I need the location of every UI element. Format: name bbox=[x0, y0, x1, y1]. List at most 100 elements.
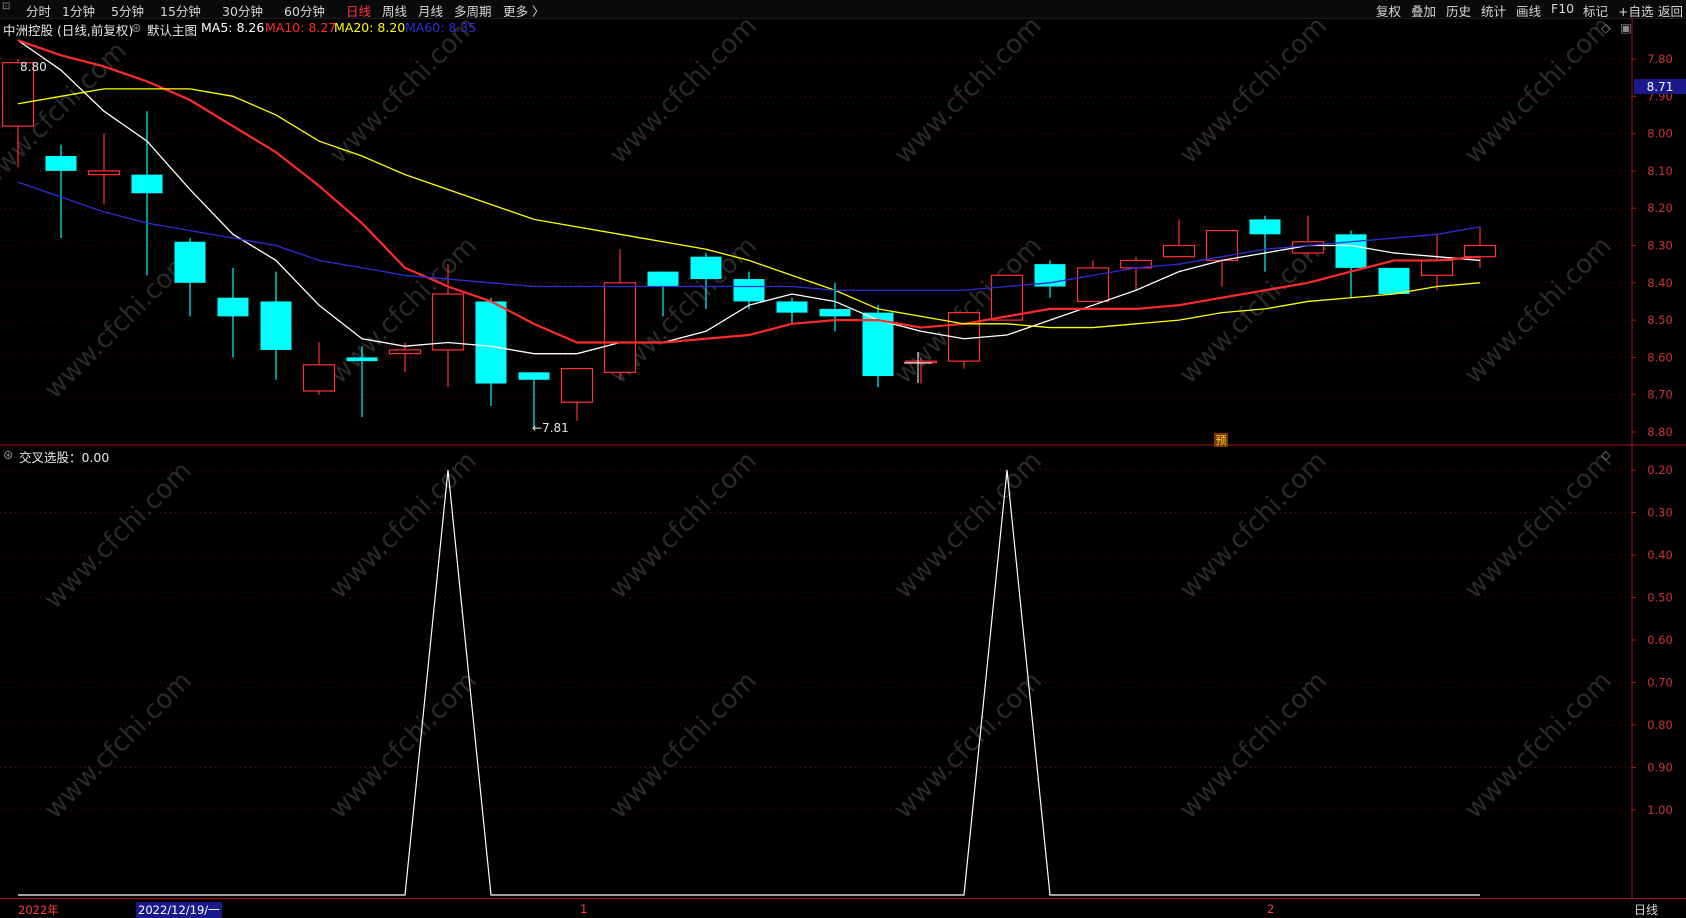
candle bbox=[45, 144, 77, 239]
watermark-text: www.cfchi.com bbox=[39, 666, 198, 825]
price-tag: 8.71 bbox=[1647, 80, 1674, 94]
candle-body bbox=[1162, 244, 1196, 258]
tool-4[interactable]: 画线 bbox=[1516, 1, 1541, 20]
candle bbox=[87, 133, 121, 205]
watermark-text: www.cfchi.com bbox=[1174, 666, 1333, 825]
y-tick-label: 8.00 bbox=[1647, 127, 1673, 141]
tool-7[interactable]: +自选 bbox=[1618, 1, 1653, 20]
tool-3[interactable]: 统计 bbox=[1481, 1, 1506, 20]
month-1-label: 1 bbox=[580, 902, 588, 916]
candle bbox=[1463, 226, 1497, 268]
watermark-text: www.cfchi.com bbox=[604, 666, 763, 825]
diamond-icon[interactable]: ◇ bbox=[1601, 447, 1611, 462]
candle-body bbox=[1335, 234, 1367, 268]
tab-10[interactable]: 更多 〉 bbox=[503, 1, 544, 20]
candle-body bbox=[302, 364, 336, 392]
y-tick-label: 0.30 bbox=[1647, 506, 1673, 520]
y-tick-label: 0.90 bbox=[1647, 761, 1673, 775]
tab-3[interactable]: 15分钟 bbox=[160, 1, 201, 20]
watermark-text: www.cfchi.com bbox=[889, 231, 1048, 390]
candle bbox=[560, 367, 594, 421]
y-tick-label: 7.80 bbox=[1647, 52, 1673, 66]
candle-body bbox=[1463, 244, 1497, 258]
candle bbox=[475, 297, 507, 406]
ma10-label: MA10: 8.27 bbox=[265, 20, 337, 35]
low-price-marker: ←7.81 bbox=[532, 421, 569, 435]
square-icon[interactable]: ▣ bbox=[1620, 20, 1632, 35]
panel-menu-icon[interactable]: ⊡ bbox=[2, 1, 10, 12]
watermark-text: www.cfchi.com bbox=[1459, 446, 1618, 605]
watermark-text: www.cfchi.com bbox=[39, 246, 198, 405]
tool-2[interactable]: 历史 bbox=[1446, 1, 1471, 20]
candle bbox=[776, 297, 808, 324]
tab-8[interactable]: 月线 bbox=[418, 1, 443, 20]
candle bbox=[1378, 267, 1410, 294]
tab-7[interactable]: 周线 bbox=[382, 1, 407, 20]
tab-0[interactable]: 分时 bbox=[26, 1, 51, 20]
candle-body bbox=[518, 372, 550, 380]
y-tick-label: 8.50 bbox=[1647, 313, 1673, 327]
tab-9[interactable]: 多周期 bbox=[454, 1, 492, 20]
y-tick-label: 0.20 bbox=[1647, 463, 1673, 477]
candle-body bbox=[346, 357, 378, 362]
tab-4[interactable]: 30分钟 bbox=[222, 1, 263, 20]
month-2-label: 2 bbox=[1267, 902, 1275, 916]
candle-body bbox=[131, 174, 163, 194]
tab-2[interactable]: 5分钟 bbox=[111, 1, 144, 20]
y-tick-label: 8.80 bbox=[1647, 425, 1673, 439]
tool-8[interactable]: 返回 bbox=[1658, 1, 1683, 20]
candle-body bbox=[1205, 229, 1239, 262]
candle-body bbox=[819, 308, 851, 317]
main-info-bar: 中洲控股 (日线,前复权) ⊛ 默认主图 MA5: 8.26 MA10: 8.2… bbox=[0, 19, 1632, 39]
tab-1[interactable]: 1分钟 bbox=[62, 1, 95, 20]
ma20-label: MA20: 8.20 bbox=[334, 20, 406, 35]
watermark-text: www.cfchi.com bbox=[604, 446, 763, 605]
candle bbox=[862, 305, 894, 388]
candle-body bbox=[733, 279, 765, 302]
candle bbox=[1420, 234, 1454, 291]
y-tick-label: 8.10 bbox=[1647, 164, 1673, 178]
indicator-title[interactable]: 交叉选股：0.00 bbox=[19, 447, 109, 466]
candle-body bbox=[647, 271, 679, 287]
watermark-text: www.cfchi.com bbox=[324, 666, 483, 825]
candle-body bbox=[217, 297, 249, 317]
candle-body bbox=[475, 301, 507, 384]
diamond-icon[interactable]: ◇ bbox=[1601, 20, 1611, 35]
grid bbox=[0, 19, 1686, 899]
stock-title[interactable]: 中洲控股 (日线,前复权) bbox=[3, 20, 133, 39]
y-tick-label: 8.40 bbox=[1647, 276, 1673, 290]
tool-5[interactable]: F10 bbox=[1551, 1, 1574, 16]
tool-1[interactable]: 叠加 bbox=[1411, 1, 1436, 20]
sub-y-axis: 1.00 0.90 0.80 0.70 0.60 0.50 0.40 0.30 0.20 bbox=[1632, 463, 1673, 817]
watermark-text: www.cfchi.com bbox=[1174, 446, 1333, 605]
candle bbox=[1076, 260, 1110, 303]
template-icon[interactable]: ⊛ bbox=[131, 20, 141, 35]
y-tick-label: 8.60 bbox=[1647, 350, 1673, 364]
main-y-axis: 8.808.708.608.508.408.308.208.108.007.90… bbox=[1632, 52, 1673, 439]
tool-0[interactable]: 复权 bbox=[1376, 1, 1401, 20]
tab-6[interactable]: 日线 bbox=[346, 1, 371, 20]
tool-6[interactable]: 标记 bbox=[1583, 1, 1608, 20]
chart-canvas: www.cfchi.com www.cfchi.com www.cfchi.com w… bbox=[0, 11, 1686, 899]
watermark-text: www.cfchi.com bbox=[889, 666, 1048, 825]
candle-body bbox=[87, 170, 121, 176]
candle bbox=[302, 342, 336, 395]
candle-body bbox=[1249, 219, 1281, 235]
candle-body bbox=[1420, 259, 1454, 276]
y-tick-label: 8.30 bbox=[1647, 239, 1673, 253]
candle bbox=[603, 249, 637, 380]
ma60-label: MA60: 8.35 bbox=[405, 20, 477, 35]
candle-body bbox=[174, 241, 206, 283]
indicator-menu-icon[interactable]: ⊛ bbox=[3, 447, 13, 462]
template-name[interactable]: 默认主图 bbox=[147, 20, 197, 39]
candle bbox=[1034, 260, 1066, 298]
y-tick-label: 0.60 bbox=[1647, 633, 1673, 647]
candle bbox=[217, 267, 249, 358]
candle-body bbox=[560, 367, 594, 403]
tab-5[interactable]: 60分钟 bbox=[284, 1, 325, 20]
annotations: 8.80 ←7.81 8.71 预 bbox=[20, 60, 1686, 447]
candle-body bbox=[260, 301, 292, 350]
candle-body bbox=[603, 282, 637, 373]
y-tick-label: 1.00 bbox=[1647, 803, 1673, 817]
period-label[interactable]: 日线 bbox=[1634, 901, 1658, 918]
